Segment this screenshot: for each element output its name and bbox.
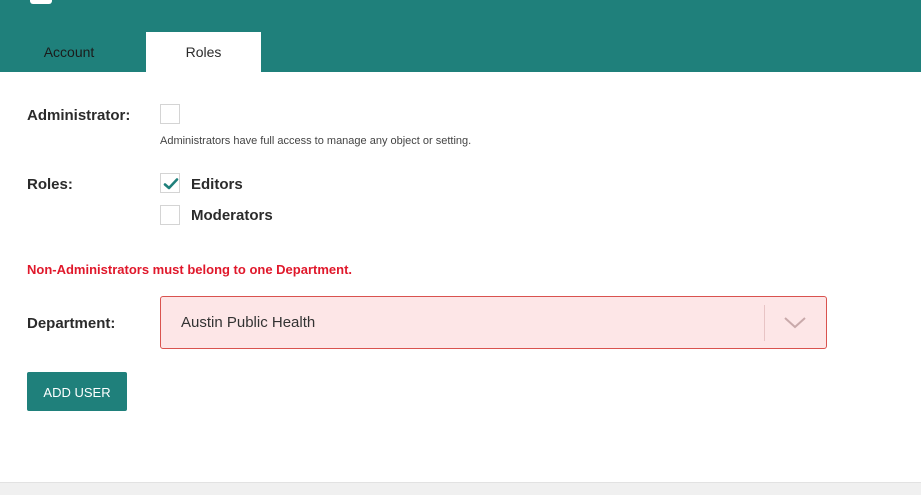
administrator-help-text: Administrators have full access to manag…	[160, 135, 472, 147]
department-label: Department:	[27, 315, 116, 332]
app-logo-icon	[30, 0, 52, 4]
department-error-message: Non-Administrators must belong to one De…	[27, 262, 353, 277]
chevron-down-icon	[784, 317, 806, 329]
add-user-button[interactable]: ADD USER	[27, 372, 127, 411]
header-bar: Account Roles	[0, 0, 921, 72]
moderators-checkbox[interactable]	[160, 205, 180, 225]
administrator-checkbox[interactable]	[160, 104, 180, 124]
footer-bar	[0, 482, 921, 495]
select-divider	[764, 305, 765, 341]
administrator-label: Administrator:	[27, 107, 131, 124]
moderators-label: Moderators	[191, 207, 273, 224]
checkmark-icon	[163, 178, 179, 190]
editors-label: Editors	[191, 176, 243, 193]
editors-checkbox[interactable]	[160, 173, 180, 193]
department-selected-value: Austin Public Health	[181, 314, 316, 331]
tab-account[interactable]: Account	[0, 32, 138, 72]
roles-label: Roles:	[27, 176, 73, 193]
department-select[interactable]: Austin Public Health	[160, 296, 827, 349]
tab-roles[interactable]: Roles	[146, 32, 261, 72]
